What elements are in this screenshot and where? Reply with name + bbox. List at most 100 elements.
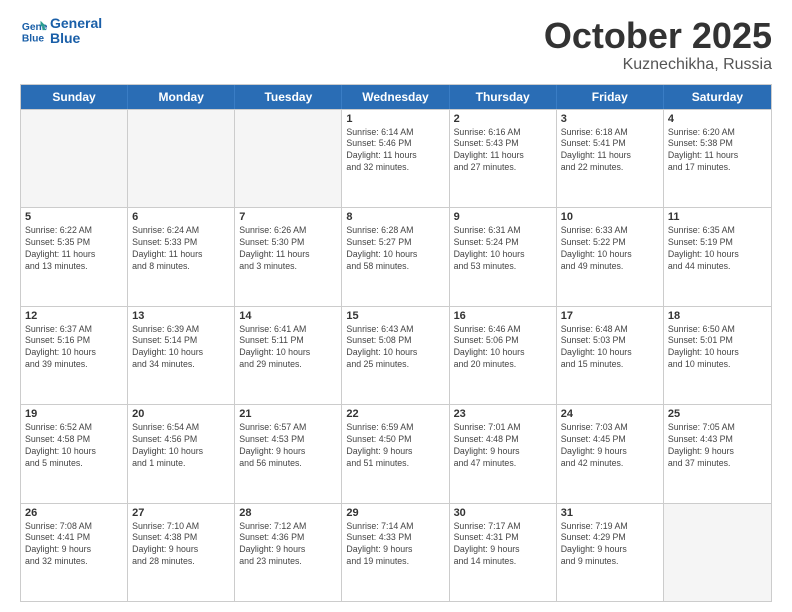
calendar-header: SundayMondayTuesdayWednesdayThursdayFrid… (21, 85, 771, 109)
day-number: 25 (668, 408, 767, 420)
day-info: Sunrise: 6:33 AM Sunset: 5:22 PM Dayligh… (561, 225, 659, 273)
day-number: 11 (668, 211, 767, 223)
day-info: Sunrise: 6:57 AM Sunset: 4:53 PM Dayligh… (239, 422, 337, 470)
day-number: 19 (25, 408, 123, 420)
calendar-cell: 31 Sunrise: 7:19 AM Sunset: 4:29 PM Dayli… (557, 504, 664, 601)
day-info: Sunrise: 7:10 AM Sunset: 4:38 PM Dayligh… (132, 521, 230, 569)
day-info: Sunrise: 6:52 AM Sunset: 4:58 PM Dayligh… (25, 422, 123, 470)
location-subtitle: Kuznechikha, Russia (544, 56, 772, 74)
day-number: 24 (561, 408, 659, 420)
day-number: 20 (132, 408, 230, 420)
header-cell-monday: Monday (128, 85, 235, 109)
calendar-cell: 26 Sunrise: 7:08 AM Sunset: 4:41 PM Dayli… (21, 504, 128, 601)
day-number: 1 (346, 113, 444, 125)
calendar-cell: 21 Sunrise: 6:57 AM Sunset: 4:53 PM Dayli… (235, 405, 342, 502)
calendar-cell: 20 Sunrise: 6:54 AM Sunset: 4:56 PM Dayli… (128, 405, 235, 502)
day-number: 13 (132, 310, 230, 322)
calendar-cell: 25 Sunrise: 7:05 AM Sunset: 4:43 PM Dayli… (664, 405, 771, 502)
day-info: Sunrise: 6:26 AM Sunset: 5:30 PM Dayligh… (239, 225, 337, 273)
title-area: October 2025 Kuznechikha, Russia (544, 16, 772, 74)
calendar-cell: 27 Sunrise: 7:10 AM Sunset: 4:38 PM Dayli… (128, 504, 235, 601)
calendar-cell (235, 110, 342, 207)
calendar-cell: 4Sunrise: 6:20 AM Sunset: 5:38 PM Daylig… (664, 110, 771, 207)
calendar-cell: 23 Sunrise: 7:01 AM Sunset: 4:48 PM Dayli… (450, 405, 557, 502)
day-number: 27 (132, 507, 230, 519)
day-number: 31 (561, 507, 659, 519)
calendar-cell (21, 110, 128, 207)
calendar-cell: 17 Sunrise: 6:48 AM Sunset: 5:03 PM Dayli… (557, 307, 664, 404)
day-number: 9 (454, 211, 552, 223)
header-cell-tuesday: Tuesday (235, 85, 342, 109)
calendar-body: 1 Sunrise: 6:14 AM Sunset: 5:46 PM Daylig… (21, 109, 771, 601)
calendar-cell: 29 Sunrise: 7:14 AM Sunset: 4:33 PM Dayli… (342, 504, 449, 601)
calendar-row-3: 12Sunrise: 6:37 AM Sunset: 5:16 PM Dayli… (21, 306, 771, 404)
logo: General Blue General Blue (20, 16, 102, 47)
day-info: Sunrise: 6:59 AM Sunset: 4:50 PM Dayligh… (346, 422, 444, 470)
day-info: Sunrise: 6:41 AM Sunset: 5:11 PM Dayligh… (239, 324, 337, 372)
day-number: 17 (561, 310, 659, 322)
calendar-cell: 1 Sunrise: 6:14 AM Sunset: 5:46 PM Daylig… (342, 110, 449, 207)
page: General Blue General Blue October 2025 K… (0, 0, 792, 612)
day-info: Sunrise: 7:01 AM Sunset: 4:48 PM Dayligh… (454, 422, 552, 470)
calendar-cell: 3 Sunrise: 6:18 AM Sunset: 5:41 PM Daylig… (557, 110, 664, 207)
day-number: 30 (454, 507, 552, 519)
day-info: Sunrise: 6:54 AM Sunset: 4:56 PM Dayligh… (132, 422, 230, 470)
day-info: Sunrise: 6:22 AM Sunset: 5:35 PM Dayligh… (25, 225, 123, 273)
day-info: Sunrise: 7:14 AM Sunset: 4:33 PM Dayligh… (346, 521, 444, 569)
day-info: Sunrise: 6:31 AM Sunset: 5:24 PM Dayligh… (454, 225, 552, 273)
calendar-row-4: 19 Sunrise: 6:52 AM Sunset: 4:58 PM Dayli… (21, 404, 771, 502)
calendar-cell: 7 Sunrise: 6:26 AM Sunset: 5:30 PM Daylig… (235, 208, 342, 305)
day-info: Sunrise: 7:03 AM Sunset: 4:45 PM Dayligh… (561, 422, 659, 470)
day-number: 7 (239, 211, 337, 223)
day-number: 4 (668, 113, 767, 125)
calendar-cell: 28Sunrise: 7:12 AM Sunset: 4:36 PM Dayli… (235, 504, 342, 601)
calendar-cell: 13 Sunrise: 6:39 AM Sunset: 5:14 PM Dayli… (128, 307, 235, 404)
calendar-cell (664, 504, 771, 601)
day-number: 5 (25, 211, 123, 223)
calendar-cell: 24 Sunrise: 7:03 AM Sunset: 4:45 PM Dayli… (557, 405, 664, 502)
day-info: Sunrise: 6:35 AM Sunset: 5:19 PM Dayligh… (668, 225, 767, 273)
logo-general: General (50, 16, 102, 31)
day-info: Sunrise: 6:14 AM Sunset: 5:46 PM Dayligh… (346, 127, 444, 175)
day-number: 6 (132, 211, 230, 223)
day-info: Sunrise: 6:37 AM Sunset: 5:16 PM Dayligh… (25, 324, 123, 372)
month-title: October 2025 (544, 16, 772, 56)
calendar-cell: 22 Sunrise: 6:59 AM Sunset: 4:50 PM Dayli… (342, 405, 449, 502)
day-number: 18 (668, 310, 767, 322)
calendar-row-2: 5 Sunrise: 6:22 AM Sunset: 5:35 PM Daylig… (21, 207, 771, 305)
day-number: 21 (239, 408, 337, 420)
day-info: Sunrise: 6:18 AM Sunset: 5:41 PM Dayligh… (561, 127, 659, 175)
calendar-cell: 9 Sunrise: 6:31 AM Sunset: 5:24 PM Daylig… (450, 208, 557, 305)
calendar-cell: 16Sunrise: 6:46 AM Sunset: 5:06 PM Dayli… (450, 307, 557, 404)
day-info: Sunrise: 6:46 AM Sunset: 5:06 PM Dayligh… (454, 324, 552, 372)
day-number: 28 (239, 507, 337, 519)
day-number: 29 (346, 507, 444, 519)
day-number: 23 (454, 408, 552, 420)
day-info: Sunrise: 7:17 AM Sunset: 4:31 PM Dayligh… (454, 521, 552, 569)
calendar-cell: 8Sunrise: 6:28 AM Sunset: 5:27 PM Daylig… (342, 208, 449, 305)
calendar-cell: 10Sunrise: 6:33 AM Sunset: 5:22 PM Dayli… (557, 208, 664, 305)
header-cell-wednesday: Wednesday (342, 85, 449, 109)
calendar-cell: 15Sunrise: 6:43 AM Sunset: 5:08 PM Dayli… (342, 307, 449, 404)
calendar-cell: 11 Sunrise: 6:35 AM Sunset: 5:19 PM Dayli… (664, 208, 771, 305)
day-number: 15 (346, 310, 444, 322)
day-info: Sunrise: 7:05 AM Sunset: 4:43 PM Dayligh… (668, 422, 767, 470)
day-info: Sunrise: 7:19 AM Sunset: 4:29 PM Dayligh… (561, 521, 659, 569)
day-number: 3 (561, 113, 659, 125)
day-info: Sunrise: 7:08 AM Sunset: 4:41 PM Dayligh… (25, 521, 123, 569)
calendar-cell: 5 Sunrise: 6:22 AM Sunset: 5:35 PM Daylig… (21, 208, 128, 305)
day-info: Sunrise: 6:48 AM Sunset: 5:03 PM Dayligh… (561, 324, 659, 372)
calendar-cell: 18Sunrise: 6:50 AM Sunset: 5:01 PM Dayli… (664, 307, 771, 404)
day-info: Sunrise: 6:39 AM Sunset: 5:14 PM Dayligh… (132, 324, 230, 372)
day-number: 22 (346, 408, 444, 420)
header: General Blue General Blue October 2025 K… (20, 16, 772, 74)
day-number: 14 (239, 310, 337, 322)
day-number: 26 (25, 507, 123, 519)
header-cell-thursday: Thursday (450, 85, 557, 109)
day-number: 8 (346, 211, 444, 223)
calendar-cell: 12Sunrise: 6:37 AM Sunset: 5:16 PM Dayli… (21, 307, 128, 404)
header-cell-friday: Friday (557, 85, 664, 109)
calendar-row-5: 26 Sunrise: 7:08 AM Sunset: 4:41 PM Dayli… (21, 503, 771, 601)
day-number: 2 (454, 113, 552, 125)
day-info: Sunrise: 6:24 AM Sunset: 5:33 PM Dayligh… (132, 225, 230, 273)
